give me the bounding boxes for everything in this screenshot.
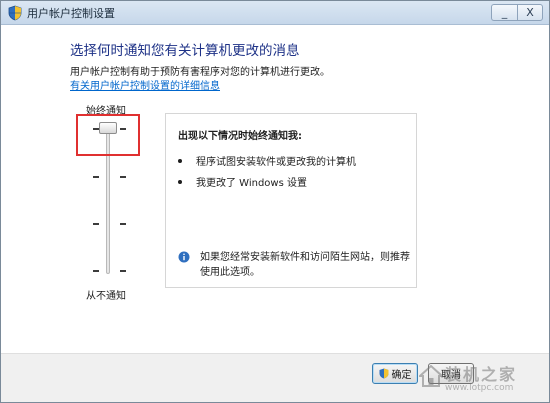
list-item: 程序试图安装软件或更改我的计算机: [178, 153, 356, 168]
close-icon: X: [526, 6, 534, 19]
slider-tick: [93, 223, 99, 225]
details-link[interactable]: 有关用户帐户控制设置的详细信息: [70, 77, 220, 92]
minimize-icon: _: [501, 6, 508, 19]
bullet-text: 我更改了 Windows 设置: [196, 178, 307, 189]
page-description: 用户帐户控制有助于预防有害程序对您的计算机进行更改。: [70, 67, 330, 78]
window-controls: _ X: [491, 4, 543, 22]
panel-title: 出现以下情况时始终通知我:: [178, 131, 302, 142]
uac-settings-window: 用户帐户控制设置 _ X 选择何时通知您有关计算机更改的消息 用户帐户控制有助于…: [0, 0, 550, 403]
ok-label: 确定: [391, 370, 412, 381]
title-bar: 用户帐户控制设置 _ X: [1, 1, 549, 25]
bullet-text: 程序试图安装软件或更改我的计算机: [196, 157, 356, 168]
slider-highlight-box: [76, 114, 140, 156]
bullet-icon: [178, 179, 182, 184]
window-title: 用户帐户控制设置: [27, 7, 115, 20]
list-item: 我更改了 Windows 设置: [178, 174, 307, 189]
info-icon: [178, 251, 190, 263]
slider-tick: [120, 223, 126, 225]
slider-tick: [93, 270, 99, 272]
slider-tick: [120, 176, 126, 178]
slider-bottom-label: 从不通知: [86, 291, 126, 302]
slider-tick: [93, 176, 99, 178]
info-text: 如果您经常安装新软件和访问陌生网站，则推荐使用此选项。: [200, 252, 410, 278]
shield-icon: [379, 368, 388, 379]
cancel-label: 取消: [441, 370, 461, 381]
slider-tick: [120, 270, 126, 272]
close-button[interactable]: X: [517, 4, 543, 21]
page-heading: 选择何时通知您有关计算机更改的消息: [70, 43, 300, 59]
cancel-button[interactable]: 取消: [428, 363, 474, 384]
setting-description-panel: 出现以下情况时始终通知我: 程序试图安装软件或更改我的计算机 我更改了 Wind…: [165, 113, 417, 288]
bullet-icon: [178, 158, 182, 163]
shield-icon: [8, 5, 22, 21]
ok-button[interactable]: 确定: [372, 363, 418, 384]
minimize-button[interactable]: _: [491, 4, 517, 21]
